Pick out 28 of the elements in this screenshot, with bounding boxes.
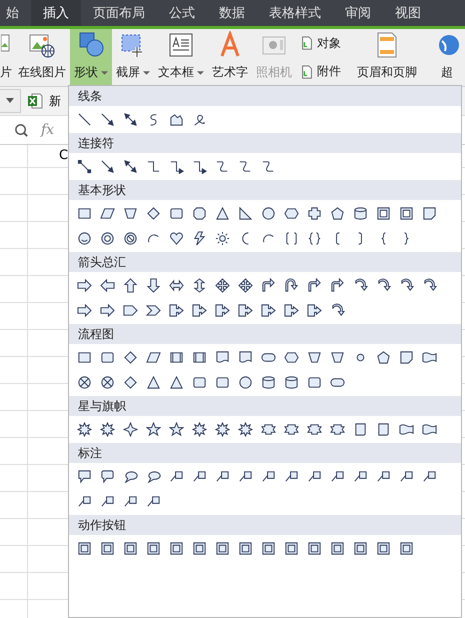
section-header: 星与旗帜 [69,396,461,416]
ribbon-tab[interactable]: 页面布局 [81,0,157,26]
ribbon-button[interactable]: 在线图片 [14,29,70,86]
ribbon-tab[interactable]: 公式 [157,0,207,26]
ribbon-button[interactable]: 文本框 [154,29,208,86]
section-header: 基本形状 [69,180,461,200]
section-header: 动作按钮 [69,515,461,535]
section-header: 标注 [69,443,461,463]
file-tab[interactable]: 新 [49,92,61,110]
function-label[interactable]: fx [41,122,54,138]
column-header[interactable]: C [59,145,68,167]
ribbon-tab[interactable]: 审阅 [333,0,383,26]
ribbon-button[interactable]: 片 [0,29,14,86]
section-header: 流程图 [69,324,461,344]
ribbon-tab[interactable]: 表格样式 [257,0,333,26]
ribbon-tab[interactable]: 数据 [207,0,257,26]
ribbon-small-button[interactable]: 对象 [300,34,341,52]
ribbon-tab[interactable]: 始 [0,0,31,26]
ribbon-button[interactable]: 截屏 [112,29,154,86]
section-header: 连接符 [69,133,461,153]
ribbon-button[interactable]: 超 [429,29,465,86]
ribbon-button[interactable]: 形状 [70,29,112,86]
ribbon-tab[interactable]: 视图 [383,0,433,26]
ribbon-small-button[interactable]: 附件 [300,63,341,80]
section-header: 线条 [69,86,461,106]
section-header: 箭头总汇 [69,252,461,272]
ribbon-button[interactable]: 艺术字 [208,29,252,86]
ribbon-tab[interactable]: 插入 [31,0,81,29]
